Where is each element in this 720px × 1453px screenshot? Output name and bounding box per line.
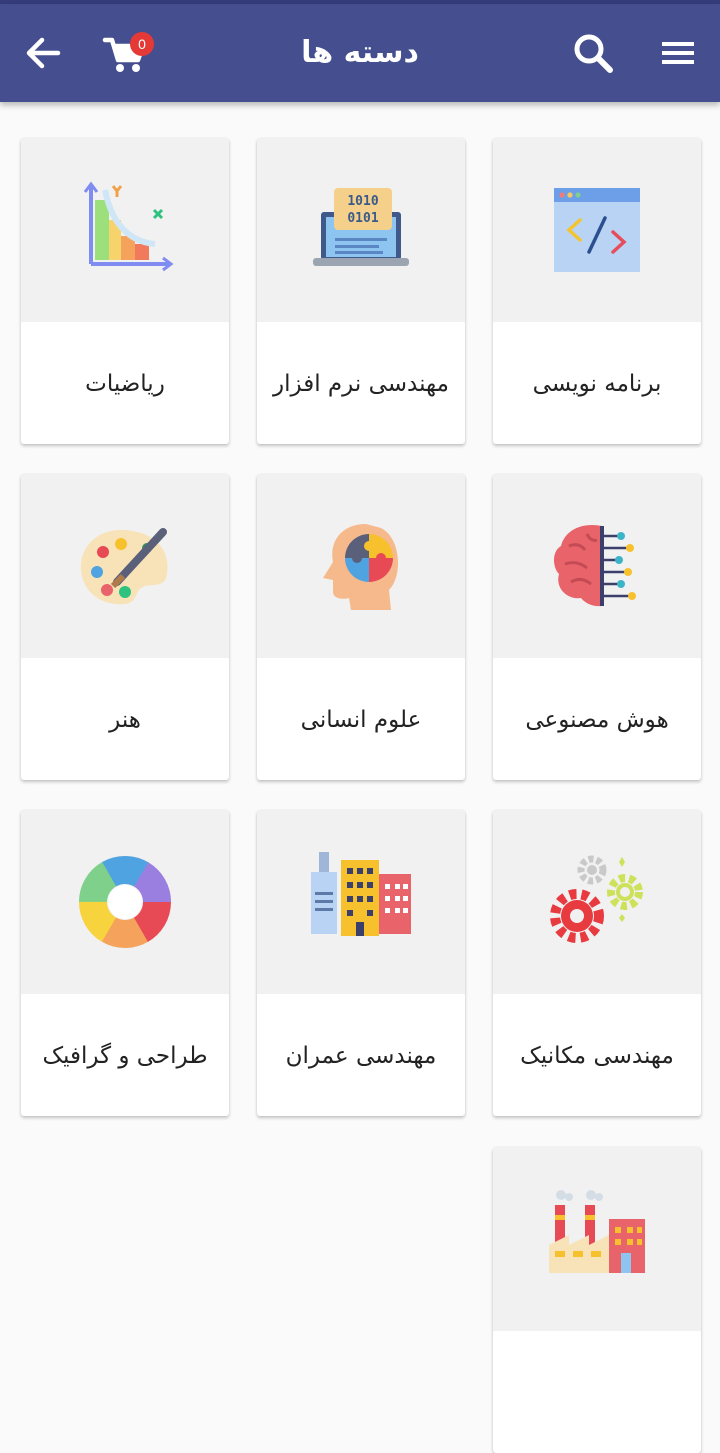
category-image: [21, 810, 229, 994]
category-card-civil-engineering[interactable]: مهندسی عمران: [257, 810, 465, 1116]
category-label: مهندسی عمران: [285, 1043, 437, 1069]
factory-icon: [549, 1190, 645, 1273]
category-card-ai[interactable]: هوش مصنوعی: [493, 474, 701, 780]
category-image: [257, 474, 465, 658]
category-image: [21, 138, 229, 322]
category-card-mechanical-engineering[interactable]: مهندسی مکانیک: [493, 810, 701, 1116]
category-image: [257, 810, 465, 994]
category-image: [21, 474, 229, 658]
category-card-industrial[interactable]: [493, 1147, 701, 1453]
app-bar: 0 دسته ها: [0, 4, 720, 102]
menu-button[interactable]: [652, 28, 702, 78]
category-card-programming[interactable]: برنامه نویسی: [493, 138, 701, 444]
category-label: ریاضیات: [85, 371, 165, 397]
hamburger-menu-icon: [662, 42, 694, 64]
buildings-icon: [311, 852, 411, 936]
ai-brain-icon: [554, 524, 636, 607]
category-image: [493, 810, 701, 994]
category-card-humanities[interactable]: علوم انسانی: [257, 474, 465, 780]
category-card-art[interactable]: هنر: [21, 474, 229, 780]
gears-icon: [550, 855, 643, 943]
category-image: [493, 1147, 701, 1331]
svg-text:0101: 0101: [347, 211, 378, 226]
category-label: برنامه نویسی: [532, 371, 662, 397]
svg-text:1010: 1010: [347, 194, 378, 209]
code-window-icon: [554, 188, 640, 272]
category-image: [493, 474, 701, 658]
category-image: [493, 138, 701, 322]
category-label: هنر: [109, 707, 141, 733]
math-graph-icon: [83, 181, 174, 272]
paint-palette-icon: [80, 528, 168, 605]
search-button[interactable]: [568, 28, 618, 78]
category-label: علوم انسانی: [300, 707, 422, 733]
color-wheel-icon: [79, 856, 171, 948]
head-puzzle-icon: [323, 524, 399, 610]
category-label: طراحی و گرافیک: [42, 1043, 208, 1069]
category-card-design-graphics[interactable]: طراحی و گرافیک: [21, 810, 229, 1116]
category-label: مهندسی نرم افزار: [273, 371, 449, 397]
category-card-mathematics[interactable]: ریاضیات: [21, 138, 229, 444]
search-icon: [574, 34, 613, 73]
category-card-software-engineering[interactable]: 1010 0101 مهندسی نرم افزار: [257, 138, 465, 444]
category-label: مهندسی مکانیک: [520, 1043, 674, 1069]
category-image: 1010 0101: [257, 138, 465, 322]
category-label: هوش مصنوعی: [525, 707, 669, 733]
laptop-binary-icon: 1010 0101: [313, 188, 409, 266]
